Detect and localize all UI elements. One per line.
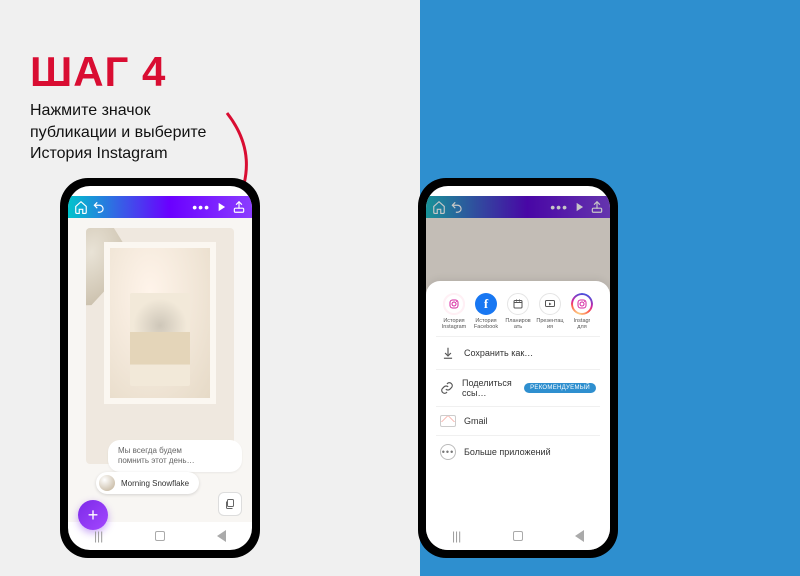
- home-nav-icon[interactable]: [513, 531, 523, 541]
- back-nav-icon[interactable]: [217, 530, 226, 542]
- recents-icon[interactable]: |||: [452, 529, 461, 543]
- share-target-facebook-story[interactable]: f ИсторияFacebook: [470, 293, 502, 332]
- caption-text: Мы всегда будем: [118, 446, 182, 455]
- present-icon: [539, 293, 561, 315]
- editor-app-bar: •••: [426, 196, 610, 218]
- more-apps-icon: •••: [440, 444, 456, 460]
- option-label: Больше приложений: [464, 447, 551, 457]
- share-targets-row: ИсторияInstagram f ИсторияFacebook Плани…: [436, 293, 600, 336]
- link-icon: [440, 380, 454, 396]
- photo-placeholder: [130, 293, 190, 386]
- phone-mockup-share-sheet: ••• ИсторияInstagram: [418, 178, 618, 558]
- instagram-icon: [443, 293, 465, 315]
- back-nav-icon[interactable]: [575, 530, 584, 542]
- instruction-line: публикации и выберите: [30, 124, 206, 141]
- more-icon[interactable]: •••: [192, 200, 210, 214]
- option-more-apps[interactable]: ••• Больше приложений: [436, 435, 600, 468]
- editor-canvas[interactable]: Мы всегда будем помнить этот день… Morni…: [68, 218, 252, 522]
- author-chip[interactable]: Morning Snowflake: [96, 472, 199, 494]
- step-title: ШАГ 4: [30, 48, 166, 96]
- play-icon[interactable]: [214, 200, 228, 214]
- option-label: Сохранить как…: [464, 348, 533, 358]
- gmail-icon: [440, 415, 456, 427]
- play-icon: [572, 200, 586, 214]
- instagram-icon: [571, 293, 593, 315]
- android-navbar: |||: [426, 526, 610, 546]
- download-icon: [440, 345, 456, 361]
- instruction-line: История Instagram: [30, 145, 168, 162]
- share-target-instagram[interactable]: Instagrдля: [566, 293, 598, 332]
- option-share-link[interactable]: Поделиться ссы… РЕКОМЕНДУЕМЫЙ: [436, 369, 600, 406]
- share-target-present[interactable]: Презентация: [534, 293, 566, 332]
- option-save-as[interactable]: Сохранить как…: [436, 336, 600, 369]
- share-target-schedule[interactable]: Планировать: [502, 293, 534, 332]
- share-icon[interactable]: [232, 200, 246, 214]
- recents-icon[interactable]: |||: [94, 529, 103, 543]
- tutorial-slide: ШАГ 4 Нажмите значок публикации и выбери…: [0, 0, 800, 576]
- phone-mockup-editor: ••• Мы всегда будем помнить этот д: [60, 178, 260, 558]
- home-icon[interactable]: [74, 200, 88, 214]
- story-template[interactable]: [86, 228, 234, 464]
- caption-bubble[interactable]: Мы всегда будем помнить этот день…: [108, 440, 242, 472]
- share-target-instagram-story[interactable]: ИсторияInstagram: [438, 293, 470, 332]
- avatar: [99, 475, 115, 491]
- pages-button[interactable]: [218, 492, 242, 516]
- option-label: Поделиться ссы…: [462, 378, 516, 398]
- home-icon: [432, 200, 446, 214]
- option-gmail[interactable]: Gmail: [436, 406, 600, 435]
- recommended-badge: РЕКОМЕНДУЕМЫЙ: [524, 383, 596, 393]
- step-instruction: Нажмите значок публикации и выберите Ист…: [30, 100, 206, 165]
- facebook-icon: f: [475, 293, 497, 315]
- instruction-line: Нажмите значок: [30, 102, 151, 119]
- undo-icon[interactable]: [92, 200, 106, 214]
- caption-text: помнить этот день…: [118, 456, 195, 465]
- undo-icon: [450, 200, 464, 214]
- option-label: Gmail: [464, 416, 488, 426]
- calendar-icon: [507, 293, 529, 315]
- author-name: Morning Snowflake: [121, 479, 189, 488]
- home-nav-icon[interactable]: [155, 531, 165, 541]
- share-bottom-sheet: ИсторияInstagram f ИсторияFacebook Плани…: [426, 281, 610, 550]
- photo-frame: [104, 242, 216, 404]
- share-icon: [590, 200, 604, 214]
- android-navbar: |||: [68, 526, 252, 546]
- more-icon: •••: [550, 200, 568, 214]
- editor-app-bar: •••: [68, 196, 252, 218]
